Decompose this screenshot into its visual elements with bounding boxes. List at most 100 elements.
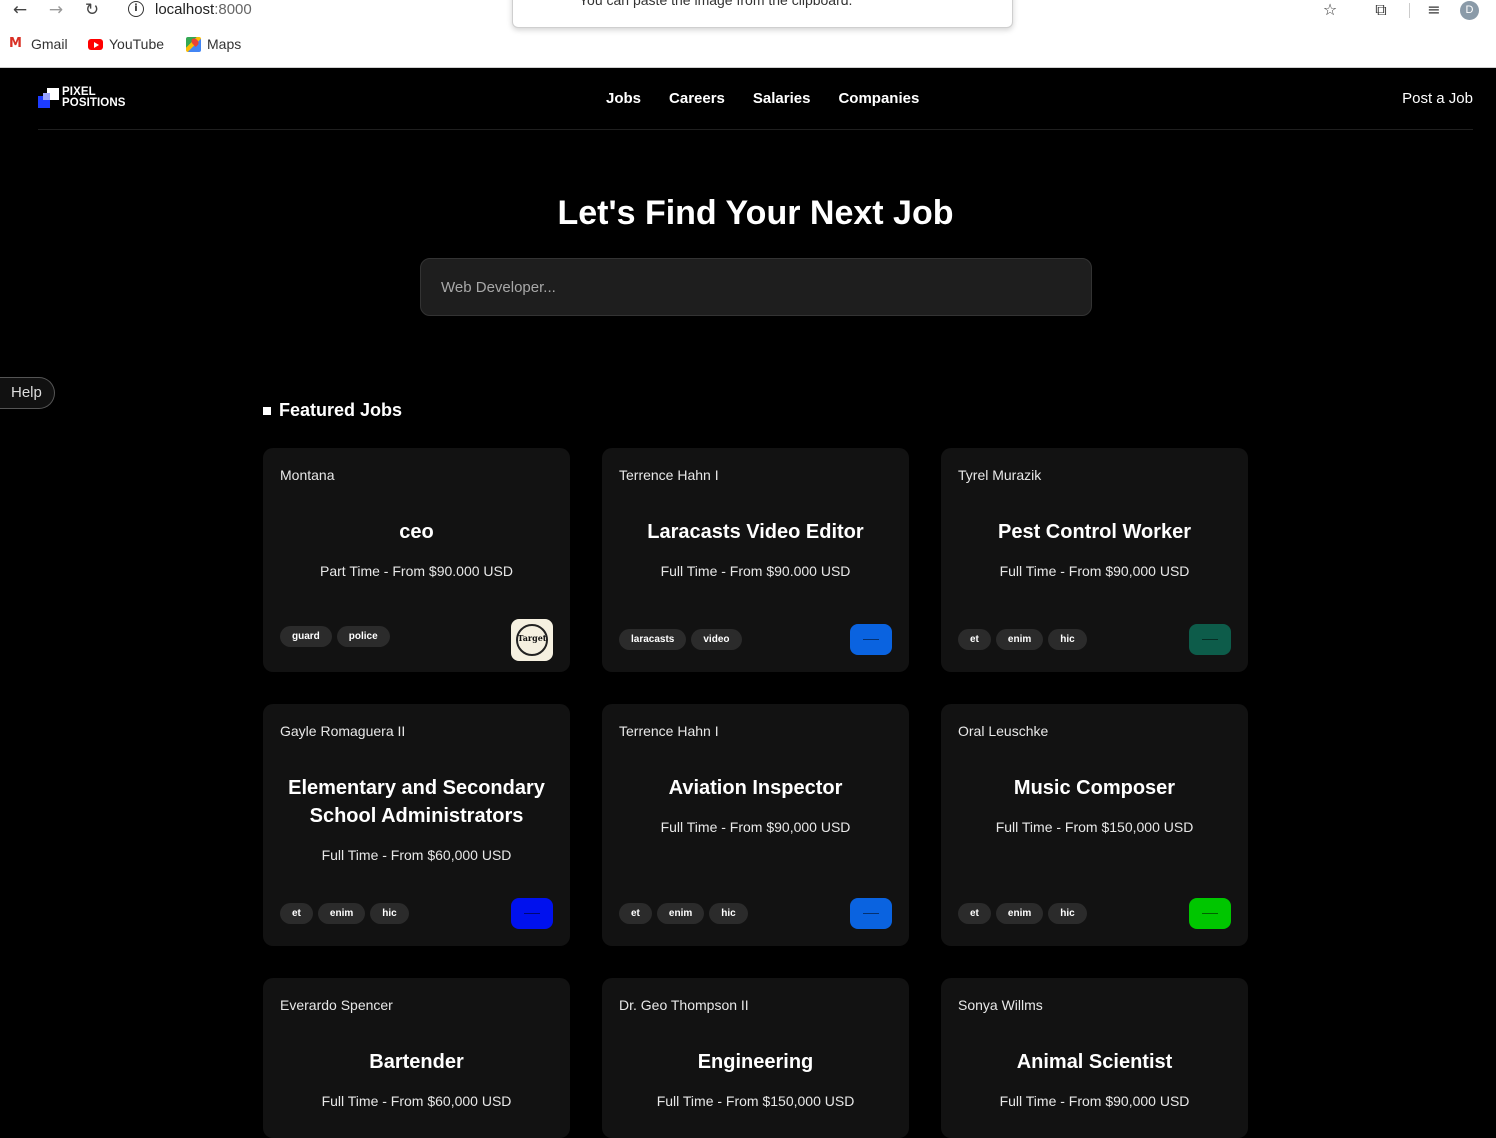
main-nav: Jobs Careers Salaries Companies (606, 90, 919, 107)
browser-chrome: ← → ↻ i localhost:8000 ☆ ⧉ ≡ D You can p… (0, 0, 1496, 68)
logo-mark-icon (38, 88, 60, 109)
job-card[interactable]: Gayle Romaguera II Elementary and Seconda… (263, 704, 570, 946)
job-salary: Full Time - From $90,000 USD (999, 563, 1190, 579)
job-title[interactable]: Pest Control Worker (951, 518, 1238, 546)
job-search-input[interactable] (420, 258, 1092, 316)
job-salary: Full Time - From $90.000 USD (660, 563, 851, 579)
back-arrow-icon[interactable]: ← (9, 0, 31, 20)
help-button[interactable]: Help (0, 377, 55, 409)
tag-pill[interactable]: et (619, 903, 652, 924)
site-logo[interactable]: PIXEL POSITIONS (38, 86, 133, 110)
tag-pill[interactable]: et (958, 629, 991, 650)
job-title[interactable]: Aviation Inspector (612, 774, 899, 802)
tag-pill[interactable]: police (336, 626, 390, 647)
site-navbar: PIXEL POSITIONS Jobs Careers Salaries Com… (38, 68, 1473, 130)
job-tags: et enim hic (958, 903, 1087, 924)
forward-arrow-icon[interactable]: → (45, 0, 67, 20)
nav-salaries[interactable]: Salaries (753, 90, 811, 107)
app-page: PIXEL POSITIONS Jobs Careers Salaries Com… (0, 68, 1496, 1138)
job-title[interactable]: Bartender (273, 1048, 560, 1076)
maps-icon (186, 36, 201, 52)
gmail-icon: M (9, 36, 22, 51)
job-tags: et enim hic (619, 903, 748, 924)
job-title[interactable]: Engineering (612, 1048, 899, 1076)
featured-jobs-title: Featured Jobs (279, 400, 403, 420)
tag-pill[interactable]: enim (995, 903, 1044, 924)
nav-careers[interactable]: Careers (669, 90, 725, 107)
bookmarks-bar: M Gmail YouTube Maps (0, 36, 400, 58)
bookmark-label: YouTube (109, 36, 165, 52)
address-text[interactable]: localhost:8000 (155, 1, 252, 18)
job-employer: Terrence Hahn I (619, 467, 719, 483)
tag-pill[interactable]: video (691, 629, 742, 650)
tag-pill[interactable]: laracasts (619, 629, 687, 650)
job-employer: Terrence Hahn I (619, 723, 719, 739)
tag-pill[interactable]: hic (370, 903, 409, 924)
job-tags: guard police (280, 626, 390, 647)
bookmark-label: Gmail (31, 36, 68, 52)
job-employer: Montana (280, 467, 335, 483)
square-bullet-icon (263, 406, 271, 415)
youtube-icon (88, 38, 103, 50)
media-control-icon[interactable]: ≡ (1422, 0, 1446, 22)
nav-companies[interactable]: Companies (838, 90, 919, 107)
employer-logo: Target (511, 619, 553, 661)
job-card[interactable]: Montana ceo Part Time - From $90.000 USD gu… (263, 448, 570, 672)
job-card[interactable]: Oral Leuschke Music Composer Full Time - F… (941, 704, 1248, 946)
job-title[interactable]: Music Composer (951, 774, 1238, 802)
tag-pill[interactable]: enim (656, 903, 705, 924)
job-salary: Full Time - From $150,000 USD (656, 1093, 855, 1109)
job-card[interactable]: Terrence Hahn I Aviation Inspector Full Ti… (602, 704, 909, 946)
profile-avatar[interactable]: D (1460, 1, 1479, 20)
logo-line2: POSITIONS (62, 97, 126, 109)
job-tags: et enim hic (958, 629, 1087, 650)
reload-icon[interactable]: ↻ (81, 0, 103, 20)
hero-title: Let's Find Your Next Job (557, 194, 954, 232)
job-tags: et enim hic (280, 903, 409, 924)
job-card[interactable]: Dr. Geo Thompson II Engineering Full Time … (602, 978, 909, 1138)
tag-pill[interactable]: hic (1048, 903, 1087, 924)
url-port: :8000 (214, 1, 252, 18)
job-employer: Dr. Geo Thompson II (619, 997, 749, 1013)
job-title[interactable]: Laracasts Video Editor (612, 518, 899, 546)
job-title[interactable]: Animal Scientist (951, 1048, 1238, 1076)
employer-logo (850, 624, 892, 655)
url-host: localhost (155, 1, 215, 18)
job-card[interactable]: Terrence Hahn I Laracasts Video Editor Ful… (602, 448, 909, 672)
logo-text: PIXEL POSITIONS (62, 86, 126, 109)
bookmark-gmail[interactable]: M Gmail (9, 36, 68, 52)
employer-logo (850, 898, 892, 929)
job-salary: Full Time - From $150,000 USD (995, 819, 1194, 835)
bookmark-label: Maps (207, 36, 242, 52)
star-bookmark-icon[interactable]: ☆ (1318, 0, 1342, 22)
tag-pill[interactable]: enim (317, 903, 366, 924)
nav-jobs[interactable]: Jobs (606, 90, 641, 107)
popup-text: You can paste the image from the clipboa… (579, 0, 853, 8)
job-salary: Full Time - From $60,000 USD (321, 847, 512, 863)
job-salary: Full Time - From $90,000 USD (660, 819, 851, 835)
toolbar-divider (1409, 3, 1410, 18)
job-title[interactable]: ceo (273, 518, 560, 546)
job-employer: Oral Leuschke (958, 723, 1049, 739)
bookmark-youtube[interactable]: YouTube (88, 36, 164, 52)
tag-pill[interactable]: hic (709, 903, 748, 924)
employer-logo (1189, 898, 1231, 929)
post-job-link[interactable]: Post a Job (1402, 90, 1473, 107)
extensions-icon[interactable]: ⧉ (1369, 0, 1393, 22)
tag-pill[interactable]: et (958, 903, 991, 924)
bookmark-maps[interactable]: Maps (186, 36, 241, 52)
job-title[interactable]: Elementary and Secondary School Administ… (273, 774, 560, 830)
tag-pill[interactable]: enim (995, 629, 1044, 650)
job-card[interactable]: Everardo Spencer Bartender Full Time - Fro… (263, 978, 570, 1138)
tag-pill[interactable]: guard (280, 626, 332, 647)
featured-jobs-heading: Featured Jobs (263, 400, 402, 421)
job-card[interactable]: Tyrel Murazik Pest Control Worker Full Tim… (941, 448, 1248, 672)
site-info-icon[interactable]: i (128, 1, 144, 17)
job-tags: laracasts video (619, 629, 742, 650)
job-card[interactable]: Sonya Willms Animal Scientist Full Time - … (941, 978, 1248, 1138)
job-employer: Gayle Romaguera II (280, 723, 406, 739)
job-salary: Part Time - From $90.000 USD (320, 563, 513, 579)
tag-pill[interactable]: et (280, 903, 313, 924)
tag-pill[interactable]: hic (1048, 629, 1087, 650)
job-salary: Full Time - From $60,000 USD (321, 1093, 512, 1109)
